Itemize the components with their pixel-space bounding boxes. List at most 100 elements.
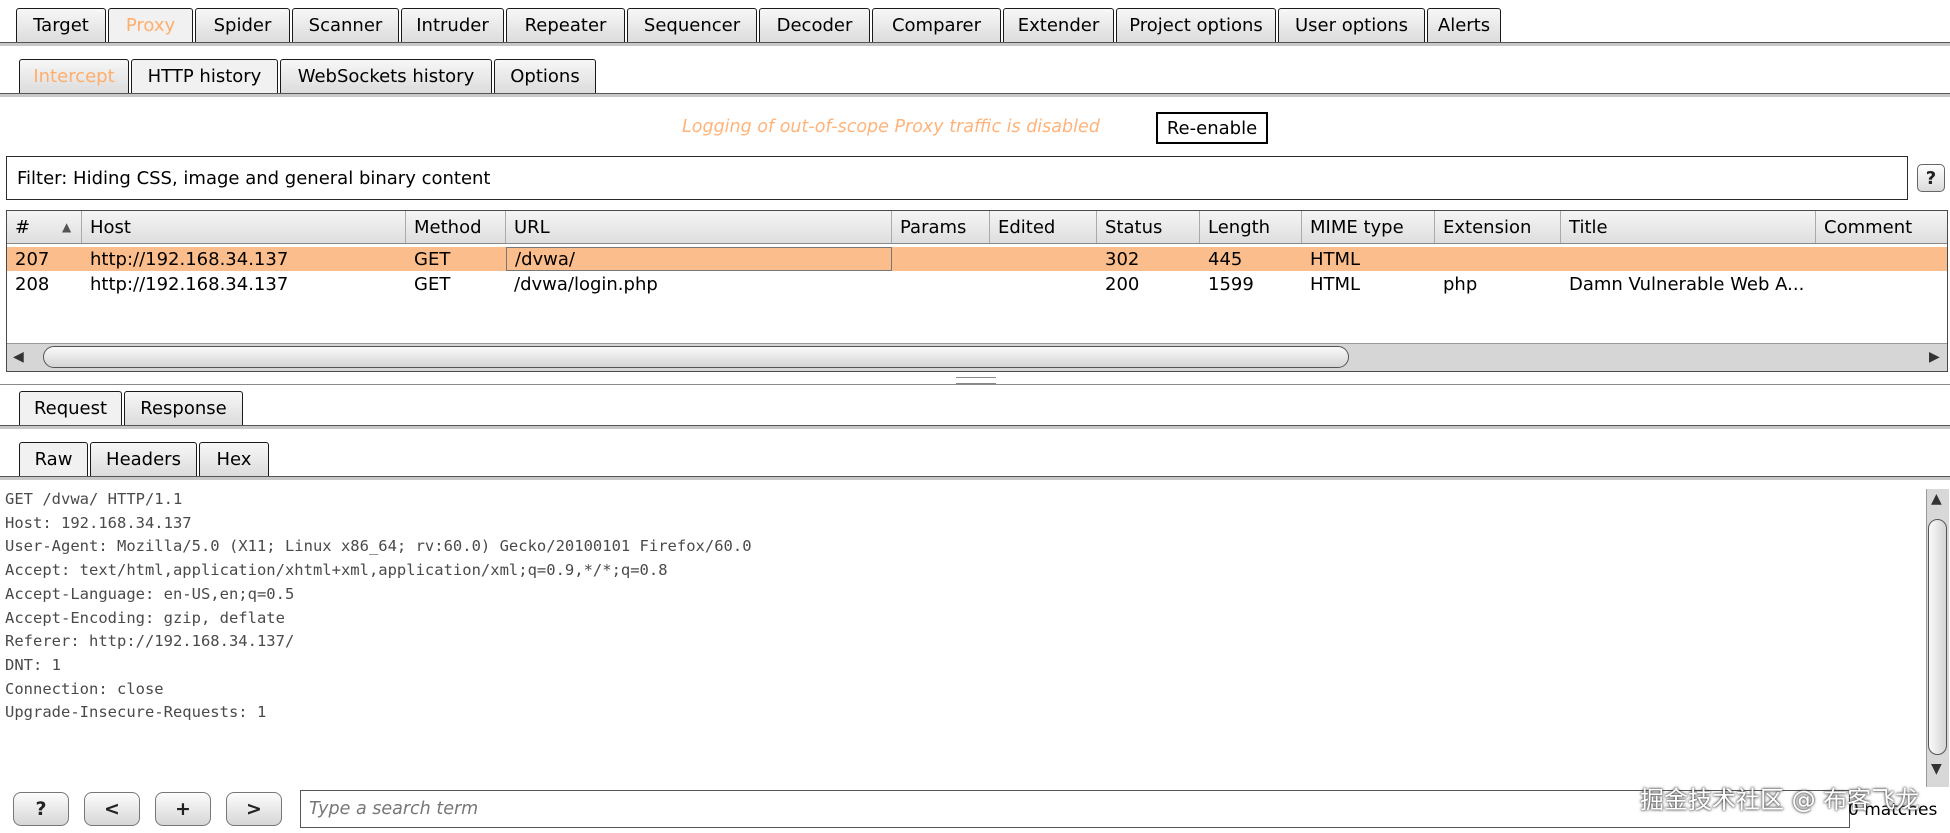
column-header-length[interactable]: Length (1200, 211, 1302, 243)
search-placeholder: Type a search term (309, 799, 479, 819)
request-line: DNT: 1 (5, 655, 61, 674)
cell-params (892, 247, 990, 271)
previous-match-button[interactable]: < (84, 792, 140, 826)
tab-target[interactable]: Target (16, 8, 106, 42)
cell-status: 302 (1105, 248, 1140, 270)
tab-sequencer[interactable]: Sequencer (627, 8, 757, 42)
raw-request-editor[interactable]: GET /dvwa/ HTTP/1.1 Host: 192.168.34.137 U… (0, 487, 1922, 787)
request-line: Upgrade-Insecure-Requests: 1 (5, 703, 267, 722)
column-header-method[interactable]: Method (406, 211, 506, 243)
column-header-comment[interactable]: Comment (1816, 211, 1947, 243)
column-header-params[interactable]: Params (892, 211, 990, 243)
cell-status: 200 (1105, 273, 1140, 295)
subtab-http-history[interactable]: HTTP history (131, 59, 278, 93)
scroll-right-icon[interactable]: ▶ (1929, 349, 1940, 365)
tab-headers[interactable]: Headers (90, 442, 197, 476)
horizontal-scrollbar[interactable]: ◀ ▶ (7, 343, 1947, 371)
cell-title (1561, 247, 1816, 271)
filter-bar[interactable]: Filter: Hiding CSS, image and general bi… (6, 156, 1908, 200)
subtab-websockets-history[interactable]: WebSockets history (280, 59, 492, 93)
column-header-url[interactable]: URL (506, 211, 892, 243)
cell-title: Damn Vulnerable Web A... (1569, 273, 1805, 295)
request-line: Accept-Language: en-US,en;q=0.5 (5, 584, 295, 603)
tab-comparer[interactable]: Comparer (872, 8, 1001, 42)
tab-request[interactable]: Request (19, 391, 122, 425)
main-tab-bar: Target Proxy Spider Scanner Intruder Repeater… (16, 8, 1503, 42)
message-view-divider (0, 476, 1950, 481)
http-history-table: # Host Method URL Params Edited Status Length MI… (6, 210, 1948, 372)
tab-spider[interactable]: Spider (195, 8, 290, 42)
watermark-text: 掘金技术社区 @ 布客飞龙 (1640, 786, 1920, 814)
request-line: User-Agent: Mozilla/5.0 (X11; Linux x86_… (5, 537, 752, 556)
filter-text: Filter: Hiding CSS, image and general bi… (17, 167, 491, 189)
vertical-scrollbar[interactable]: ▲ ▼ (1926, 489, 1949, 787)
tab-project-options[interactable]: Project options (1116, 8, 1276, 42)
column-header-mime-type[interactable]: MIME type (1302, 211, 1435, 243)
vertical-scroll-thumb[interactable] (1928, 519, 1947, 755)
main-tab-divider (0, 42, 1950, 47)
request-line: Accept-Encoding: gzip, deflate (5, 608, 285, 627)
cell-method: GET (414, 248, 451, 270)
tab-response[interactable]: Response (124, 391, 243, 425)
cell-host: http://192.168.34.137 (90, 273, 289, 295)
pane-splitter-handle[interactable] (956, 377, 996, 384)
scroll-left-icon[interactable]: ◀ (13, 349, 24, 365)
column-header-status[interactable]: Status (1097, 211, 1200, 243)
tab-decoder[interactable]: Decoder (759, 8, 870, 42)
table-header: # Host Method URL Params Edited Status Length MI… (7, 211, 1947, 244)
request-line: GET /dvwa/ HTTP/1.1 (5, 490, 183, 508)
tab-hex[interactable]: Hex (199, 442, 269, 476)
cell-length: 1599 (1208, 273, 1254, 295)
subtab-intercept[interactable]: Intercept (19, 59, 129, 93)
cell-comment (1816, 247, 1947, 271)
tab-extender[interactable]: Extender (1003, 8, 1114, 42)
cell-ext (1435, 247, 1561, 271)
proxy-tab-bar: Intercept HTTP history WebSockets history O… (19, 59, 598, 93)
column-header-extension[interactable]: Extension (1435, 211, 1561, 243)
cell-host: http://192.168.34.137 (90, 248, 289, 270)
scroll-up-icon[interactable]: ▲ (1931, 491, 1942, 507)
column-header-host[interactable]: Host (82, 211, 406, 243)
tab-proxy[interactable]: Proxy (108, 8, 193, 42)
cell-edited (990, 272, 1097, 296)
cell-mime: HTML (1310, 248, 1361, 270)
cell-length: 445 (1208, 248, 1243, 270)
logging-disabled-message: Logging of out-of-scope Proxy traffic is… (682, 117, 1100, 137)
cell-url: /dvwa/login.php (514, 273, 658, 295)
subtab-options[interactable]: Options (494, 59, 596, 93)
tab-repeater[interactable]: Repeater (506, 8, 625, 42)
table-row[interactable]: 208 http://192.168.34.137 GET/dvwa/login.p… (7, 272, 1947, 296)
request-line: Host: 192.168.34.137 (5, 513, 192, 532)
table-row[interactable]: 207 http://192.168.34.137 GET/dvwa/302 445 H… (7, 247, 1947, 271)
message-view-tab-bar: Raw Headers Hex (19, 442, 271, 476)
tab-user-options[interactable]: User options (1278, 8, 1425, 42)
tab-intruder[interactable]: Intruder (401, 8, 504, 42)
add-search-button[interactable]: + (155, 792, 211, 826)
cell-ext: php (1443, 273, 1478, 295)
proxy-tab-divider (0, 93, 1950, 98)
scroll-thumb[interactable] (43, 346, 1349, 368)
splitter-line (0, 384, 1950, 385)
column-header-title[interactable]: Title (1561, 211, 1816, 243)
tab-raw[interactable]: Raw (19, 442, 88, 476)
column-header-edited[interactable]: Edited (990, 211, 1097, 243)
cell-params (892, 272, 990, 296)
next-match-button[interactable]: > (226, 792, 282, 826)
scroll-down-icon[interactable]: ▼ (1931, 761, 1942, 777)
help-button[interactable]: ? (13, 792, 69, 826)
cell-mime: HTML (1310, 273, 1361, 295)
tab-alerts[interactable]: Alerts (1427, 8, 1501, 42)
filter-help-icon[interactable]: ? (1917, 164, 1945, 192)
request-response-tab-bar: Request Response (19, 391, 245, 425)
cell-url: /dvwa/ (506, 247, 892, 271)
search-input[interactable]: Type a search term (300, 790, 1850, 828)
re-enable-button[interactable]: Re-enable (1156, 112, 1268, 144)
cell-comment (1816, 272, 1947, 296)
cell-edited (990, 247, 1097, 271)
cell-method: GET (414, 273, 451, 295)
sort-ascending-icon[interactable]: ▲ (62, 220, 71, 234)
request-response-divider (0, 425, 1950, 430)
tab-scanner[interactable]: Scanner (292, 8, 399, 42)
cell-num: 208 (15, 273, 50, 295)
request-line: Accept: text/html,application/xhtml+xml,… (5, 561, 668, 580)
